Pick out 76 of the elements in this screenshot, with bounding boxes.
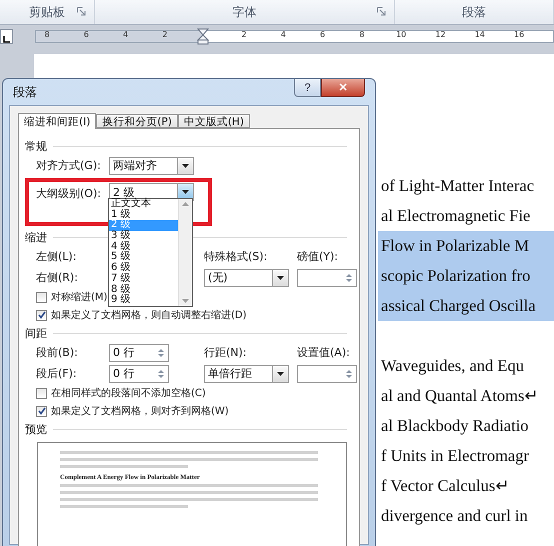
dialog-tab[interactable]: 换行和分页(P) [96, 114, 178, 128]
checkbox-label: 对称缩进(M) [51, 290, 108, 304]
document-text-line: Waveguides, and Equ [380, 355, 526, 377]
dropdown-arrow-icon [277, 372, 284, 376]
document-text-line: f Vector Calculus↵ [380, 475, 510, 497]
help-button[interactable]: ? [294, 79, 321, 97]
tab-stop-selector[interactable] [0, 28, 13, 44]
spin-field[interactable] [297, 364, 357, 382]
ruler-number: 6 [84, 30, 89, 39]
ruler-number: 4 [123, 30, 128, 39]
checkbox-label: 如果定义了文档网格，则自动调整右缩进(D) [51, 308, 247, 322]
field-label: 磅值(Y): [297, 249, 340, 264]
document-text-line: al Blackbody Radiatio [380, 415, 530, 437]
checkbox[interactable] [36, 388, 47, 398]
section-heading: 常规 [25, 138, 47, 154]
ruler-number: 12 [435, 30, 446, 39]
field-label: 段前(B): [36, 345, 79, 360]
dropdown-field[interactable]: 单倍行距 [204, 364, 289, 382]
dropdown-arrow-icon [277, 276, 284, 280]
dropdown-option[interactable]: 5 级 [109, 252, 178, 264]
ruler-number: 4 [280, 30, 286, 39]
dropdown-option[interactable]: 4 级 [109, 242, 178, 252]
field-label: 对齐方式(G): [36, 158, 102, 173]
field-label: 设置值(A): [297, 345, 351, 360]
dropdown-arrow-icon [182, 164, 189, 168]
ribbon-group-label: 段落 [462, 4, 486, 20]
dropdown-field[interactable]: (无) [204, 268, 289, 286]
ruler-number: 8 [44, 30, 50, 39]
ruler-number: 14 [474, 30, 485, 39]
dropdown-option[interactable]: 9 级 [109, 295, 178, 306]
document-text-line: f Units in Electromagr [380, 445, 530, 467]
field-label: 右侧(R): [36, 270, 79, 285]
dropdown-option[interactable]: 正文文本 [109, 199, 178, 210]
checkbox[interactable] [36, 310, 47, 320]
field-label: 特殊格式(S): [204, 249, 268, 264]
field-label: 大纲级别(O): [36, 186, 102, 201]
checkbox-label: 在相同样式的段落间不添加空格(C) [51, 386, 206, 400]
checkbox[interactable] [36, 406, 47, 416]
ruler-number: 6 [320, 30, 326, 39]
spin-field[interactable] [297, 268, 357, 286]
field-label: 行距(N): [204, 345, 248, 360]
checkbox-label: 如果定义了文档网格，则对齐到网格(W) [51, 404, 229, 418]
checkbox[interactable] [36, 292, 47, 302]
ruler-number: 2 [162, 30, 168, 39]
spin-field[interactable]: 0 行 [109, 364, 169, 382]
dropdown-option[interactable]: 7 级 [109, 274, 178, 284]
spin-field[interactable]: 0 行 [109, 344, 169, 362]
section-heading: 预览 [25, 422, 47, 436]
document-text-line: al Electromagnetic Fie [380, 205, 532, 227]
ruler-number: 2 [241, 30, 247, 39]
dropdown-option[interactable]: 8 级 [109, 284, 178, 296]
dropdown-option[interactable]: 6 级 [109, 263, 178, 274]
dropdown-option[interactable]: 3 级 [109, 231, 178, 242]
ruler-number: 16 [514, 30, 524, 39]
dialog-tab[interactable]: 缩进和间距(I) [18, 113, 96, 129]
dialog-launcher-icon[interactable] [77, 7, 86, 16]
field-label: 段后(F): [36, 366, 78, 381]
dropdown-option[interactable]: 1 级 [109, 210, 178, 220]
indent-marker-icon[interactable] [197, 28, 209, 45]
dialog-tab[interactable]: 中文版式(H) [178, 114, 250, 128]
dropdown-arrow-icon [182, 190, 189, 194]
scroll-down-icon[interactable] [182, 299, 189, 303]
dialog-launcher-icon[interactable] [377, 7, 386, 16]
section-heading: 间距 [25, 326, 47, 340]
field-label: 左侧(L): [36, 249, 78, 264]
section-heading: 缩进 [25, 230, 47, 244]
ruler-number: 8 [359, 30, 364, 39]
dialog-title: 段落 [12, 84, 37, 100]
dropdown-field[interactable]: 两端对齐 [109, 156, 194, 174]
document-text-line: of Light-Matter Interac [380, 175, 536, 197]
tab-stop-icon [3, 36, 10, 42]
document-text-line: al and Quantal Atoms↵ [380, 385, 540, 407]
ribbon-group-label: 剪贴板 [29, 4, 65, 20]
document-text-line: divergence and curl in [380, 505, 529, 527]
ruler-number: 10 [396, 30, 406, 39]
ribbon-group-label: 字体 [232, 4, 256, 20]
